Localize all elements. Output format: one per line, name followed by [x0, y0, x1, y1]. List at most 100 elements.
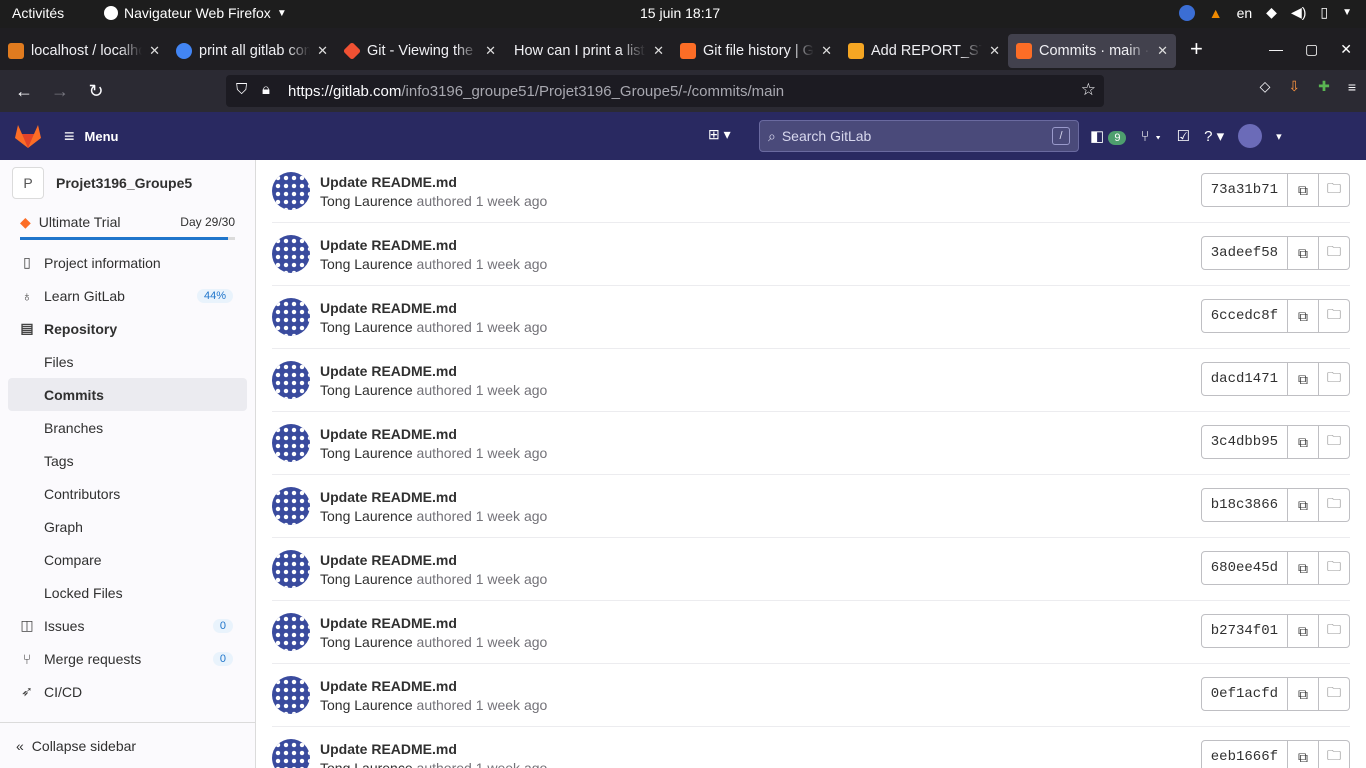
commit-author[interactable]: Tong Laurence: [320, 571, 413, 587]
reload-icon[interactable]: ↻: [78, 81, 114, 102]
trial-status-widget[interactable]: ◆ Ultimate Trial Day 29/30: [0, 206, 255, 242]
author-avatar[interactable]: [272, 172, 310, 210]
browse-files-icon[interactable]: 🗀︎: [1319, 236, 1350, 270]
copy-sha-icon[interactable]: ⧉: [1288, 236, 1319, 270]
minimize-icon[interactable]: —: [1269, 41, 1283, 57]
sidebar-item-merge-requests[interactable]: ⑂ Merge requests 0: [0, 642, 255, 675]
commit-title[interactable]: Update README.md: [320, 615, 547, 631]
copy-sha-icon[interactable]: ⧉: [1288, 677, 1319, 711]
sidebar-item-locked-files[interactable]: Locked Files: [0, 576, 255, 609]
sidebar-item-project-information[interactable]: ▯ Project information: [0, 246, 255, 279]
browser-tab[interactable]: Add REPORT_STATUS✕: [840, 34, 1008, 68]
sidebar-item-tags[interactable]: Tags: [0, 444, 255, 477]
commit-sha-button[interactable]: 0ef1acfd: [1200, 677, 1288, 711]
commit-sha-button[interactable]: b2734f01: [1200, 614, 1288, 648]
sidebar-item-repository[interactable]: ▤ Repository: [0, 312, 255, 345]
author-avatar[interactable]: [272, 613, 310, 651]
browser-tab[interactable]: localhost / localhost✕: [0, 34, 168, 68]
copy-sha-icon[interactable]: ⧉: [1288, 740, 1319, 768]
sidebar-item-commits[interactable]: Commits: [8, 378, 247, 411]
close-tab-icon[interactable]: ✕: [821, 43, 832, 59]
browse-files-icon[interactable]: 🗀︎: [1319, 425, 1350, 459]
commit-title[interactable]: Update README.md: [320, 678, 547, 694]
commit-title[interactable]: Update README.md: [320, 552, 547, 568]
commit-author[interactable]: Tong Laurence: [320, 382, 413, 398]
sidebar-item-issues[interactable]: ◫ Issues 0: [0, 609, 255, 642]
close-tab-icon[interactable]: ✕: [485, 43, 496, 59]
browse-files-icon[interactable]: 🗀︎: [1319, 299, 1350, 333]
copy-sha-icon[interactable]: ⧉: [1288, 362, 1319, 396]
help-icon[interactable]: ? ▾: [1204, 127, 1224, 145]
browse-files-icon[interactable]: 🗀︎: [1319, 362, 1350, 396]
browse-files-icon[interactable]: 🗀︎: [1319, 740, 1350, 768]
commit-sha-button[interactable]: dacd1471: [1200, 362, 1288, 396]
commit-sha-button[interactable]: 680ee45d: [1200, 551, 1288, 585]
commit-title[interactable]: Update README.md: [320, 237, 547, 253]
commit-sha-button[interactable]: 3adeef58: [1200, 236, 1288, 270]
sidebar-item-files[interactable]: Files: [0, 345, 255, 378]
browser-tab[interactable]: How can I print a list of commits✕: [504, 34, 672, 68]
commit-title[interactable]: Update README.md: [320, 300, 547, 316]
close-window-icon[interactable]: ✕: [1340, 41, 1352, 58]
commit-author[interactable]: Tong Laurence: [320, 193, 413, 209]
search-input[interactable]: ⌕ Search GitLab /: [759, 120, 1079, 152]
close-tab-icon[interactable]: ✕: [317, 43, 328, 59]
commit-sha-button[interactable]: 3c4dbb95: [1200, 425, 1288, 459]
sidebar-item-ci-cd[interactable]: ➶ CI/CD: [0, 675, 255, 708]
author-avatar[interactable]: [272, 487, 310, 525]
language-indicator[interactable]: en: [1237, 5, 1253, 21]
sidebar-item-contributors[interactable]: Contributors: [0, 477, 255, 510]
copy-sha-icon[interactable]: ⧉: [1288, 614, 1319, 648]
bookmark-star-icon[interactable]: ☆: [1081, 80, 1096, 100]
commit-sha-button[interactable]: eeb1666f: [1200, 740, 1288, 768]
author-avatar[interactable]: [272, 739, 310, 768]
url-bar[interactable]: ⛉ 🔒︎ https://gitlab.com/info3196_groupe5…: [226, 75, 1104, 107]
user-avatar[interactable]: [1238, 124, 1263, 148]
author-avatar[interactable]: [272, 361, 310, 399]
browse-files-icon[interactable]: 🗀︎: [1319, 614, 1350, 648]
system-tray[interactable]: ▲ en ◆ ◀) ▯ ▼: [1178, 4, 1352, 21]
todos-icon[interactable]: ☑: [1177, 127, 1190, 145]
pocket-icon[interactable]: ◇: [1260, 78, 1271, 95]
chevron-down-icon[interactable]: ▾: [1276, 130, 1282, 143]
copy-sha-icon[interactable]: ⧉: [1288, 425, 1319, 459]
hamburger-menu-icon[interactable]: ≡: [1348, 79, 1356, 95]
commit-author[interactable]: Tong Laurence: [320, 508, 413, 524]
merge-requests-icon[interactable]: ⑂ ▾: [1140, 128, 1162, 145]
browser-tab-active[interactable]: Commits · main · Projet3196✕: [1008, 34, 1176, 68]
commit-sha-button[interactable]: 6ccedc8f: [1200, 299, 1288, 333]
maximize-icon[interactable]: ▢: [1305, 41, 1318, 58]
browser-tab[interactable]: Git - Viewing the Commit History✕: [336, 34, 504, 68]
sidebar-item-learn-gitlab[interactable]: ♁ Learn GitLab 44%: [0, 279, 255, 312]
commit-author[interactable]: Tong Laurence: [320, 256, 413, 272]
copy-sha-icon[interactable]: ⧉: [1288, 173, 1319, 207]
forward-icon[interactable]: →: [42, 81, 78, 102]
commit-title[interactable]: Update README.md: [320, 426, 547, 442]
commit-sha-button[interactable]: b18c3866: [1200, 488, 1288, 522]
copy-sha-icon[interactable]: ⧉: [1288, 488, 1319, 522]
browse-files-icon[interactable]: 🗀︎: [1319, 551, 1350, 585]
author-avatar[interactable]: [272, 550, 310, 588]
new-tab-button[interactable]: +: [1190, 36, 1214, 62]
close-tab-icon[interactable]: ✕: [989, 43, 1000, 59]
commit-title[interactable]: Update README.md: [320, 741, 547, 757]
browse-files-icon[interactable]: 🗀︎: [1319, 677, 1350, 711]
commit-author[interactable]: Tong Laurence: [320, 319, 413, 335]
collapse-sidebar-button[interactable]: « Collapse sidebar: [0, 722, 255, 768]
browser-tab[interactable]: Git file history | GitLab✕: [672, 34, 840, 68]
project-header[interactable]: P Projet3196_Groupe5: [0, 160, 255, 206]
commit-title[interactable]: Update README.md: [320, 174, 547, 190]
issues-nav[interactable]: ◧ 9: [1090, 127, 1127, 145]
commit-title[interactable]: Update README.md: [320, 489, 547, 505]
commit-author[interactable]: Tong Laurence: [320, 634, 413, 650]
author-avatar[interactable]: [272, 298, 310, 336]
activities-button[interactable]: Activités: [12, 5, 64, 21]
menu-button[interactable]: ≡ Menu: [64, 126, 118, 147]
commit-sha-button[interactable]: 73a31b71: [1200, 173, 1288, 207]
copy-sha-icon[interactable]: ⧉: [1288, 299, 1319, 333]
close-tab-icon[interactable]: ✕: [1157, 43, 1168, 59]
gitlab-logo-icon[interactable]: [14, 123, 42, 149]
sidebar-item-graph[interactable]: Graph: [0, 510, 255, 543]
close-tab-icon[interactable]: ✕: [149, 43, 160, 59]
author-avatar[interactable]: [272, 676, 310, 714]
